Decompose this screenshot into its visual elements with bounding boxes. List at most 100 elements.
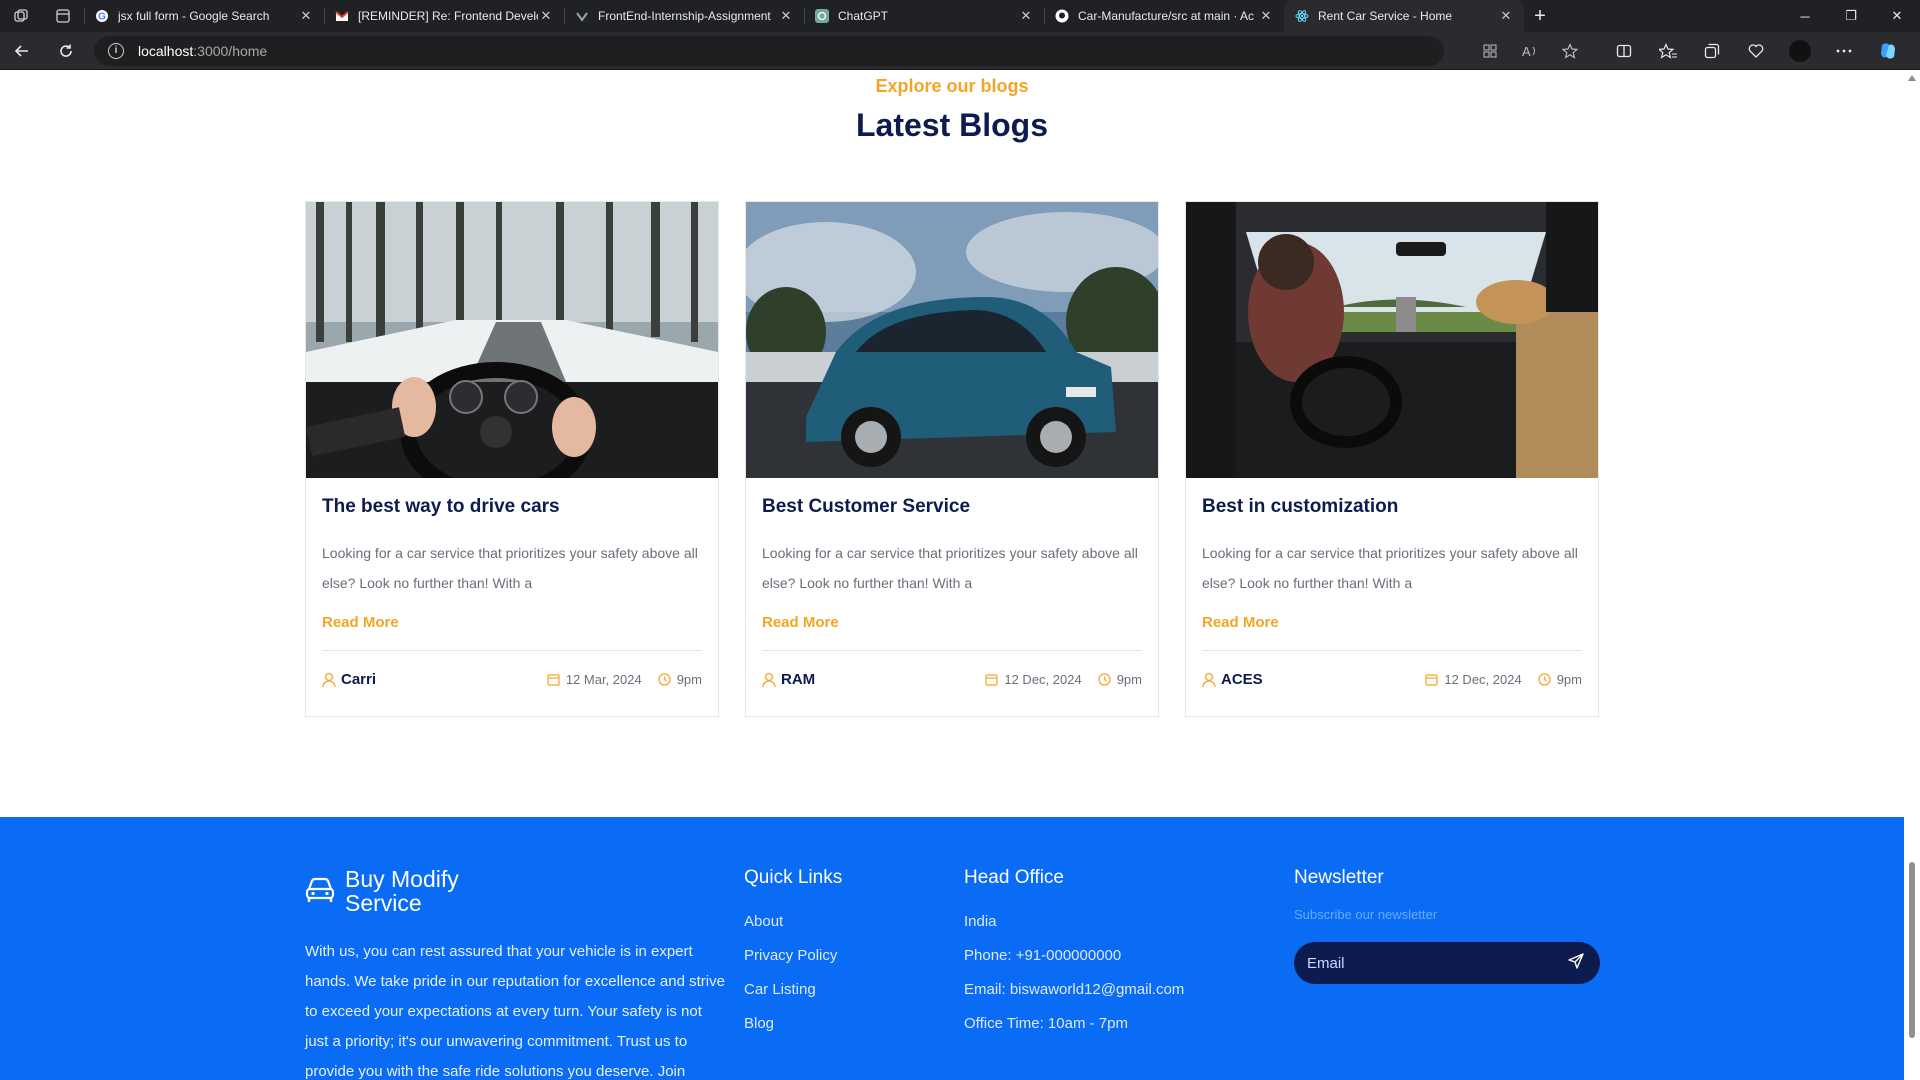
close-tab-icon[interactable]: ✕	[778, 8, 794, 24]
user-icon	[762, 672, 776, 687]
favorites-icon[interactable]	[1646, 32, 1690, 70]
blog-card-list: The best way to drive cars Looking for a…	[305, 201, 1601, 717]
tab-title: Rent Car Service - Home	[1318, 9, 1453, 23]
date-text: 12 Dec, 2024	[1004, 672, 1082, 687]
clock-icon	[658, 673, 671, 686]
browser-tab[interactable]: [REMINDER] Re: Frontend Develo ✕	[324, 0, 564, 32]
newsletter-subtitle: Subscribe our newsletter	[1294, 907, 1438, 922]
url-input[interactable]: i localhost:3000/home	[94, 35, 1444, 66]
minimize-icon[interactable]: ─	[1782, 0, 1828, 32]
tab-title: FrontEnd-Internship-Assignment	[598, 9, 771, 23]
close-tab-icon[interactable]: ✕	[298, 8, 314, 24]
user-icon	[1202, 672, 1216, 687]
send-icon[interactable]	[1568, 952, 1584, 974]
svg-text:A: A	[1522, 44, 1531, 59]
browser-tab[interactable]: ChatGPT ✕	[804, 0, 1044, 32]
calendar-icon	[1425, 674, 1438, 686]
office-time: Office Time: 10am - 7pm	[964, 1015, 1128, 1032]
author-name: ACES	[1221, 671, 1263, 688]
head-office: Head Office India Phone: +91-000000000 E…	[964, 867, 1184, 1032]
copilot-icon[interactable]	[1866, 32, 1910, 70]
blog-excerpt: Looking for a car service that prioritiz…	[1202, 545, 1578, 591]
newsletter-email-input[interactable]	[1307, 954, 1568, 972]
scrollbar-thumb[interactable]	[1909, 862, 1915, 1038]
site-info-icon[interactable]: i	[108, 42, 124, 59]
quick-links-title: Quick Links	[744, 867, 843, 888]
blog-meta: RAM 12 Dec, 2024 9pm	[762, 671, 1142, 688]
close-tab-icon[interactable]: ✕	[1018, 8, 1034, 24]
blog-title[interactable]: The best way to drive cars	[322, 496, 702, 518]
office-email: Email: biswaworld12@gmail.com	[964, 981, 1185, 998]
restore-icon[interactable]: ❐	[1828, 0, 1874, 32]
footer-link-car-listing[interactable]: Car Listing	[744, 981, 842, 998]
blogs-title: Latest Blogs	[855, 107, 1049, 143]
collections-icon[interactable]	[1690, 32, 1734, 70]
blog-time: 9pm	[658, 672, 702, 687]
tab-title: ChatGPT	[838, 9, 889, 23]
blog-time: 9pm	[1098, 672, 1142, 687]
blog-card[interactable]: Best Customer Service Looking for a car …	[745, 201, 1159, 717]
blog-author: RAM	[762, 671, 815, 688]
split-screen-icon[interactable]	[1602, 32, 1646, 70]
close-tab-icon[interactable]: ✕	[1258, 8, 1274, 24]
author-name: Carri	[341, 671, 377, 688]
blog-card[interactable]: Best in customization Looking for a car …	[1185, 201, 1599, 717]
url-path: :3000/home	[193, 42, 268, 59]
read-more-link[interactable]: Read More	[762, 614, 839, 631]
browser-tab[interactable]: G jsx full form - Google Search ✕	[84, 0, 324, 32]
blog-image-blue-car[interactable]	[746, 202, 1158, 478]
time-text: 9pm	[1116, 672, 1142, 687]
more-options-icon[interactable]	[1822, 32, 1866, 70]
new-tab-button[interactable]: +	[1524, 0, 1556, 32]
profile-avatar[interactable]	[1778, 32, 1822, 70]
footer-link-privacy-policy[interactable]: Privacy Policy	[744, 947, 842, 964]
github-icon	[1054, 8, 1070, 24]
blog-card[interactable]: The best way to drive cars Looking for a…	[305, 201, 719, 717]
browser-tab-active[interactable]: Rent Car Service - Home ✕	[1284, 0, 1524, 32]
blog-image-winter-driving[interactable]	[306, 202, 718, 478]
head-office-title: Head Office	[964, 867, 1064, 888]
close-tab-icon[interactable]: ✕	[1498, 8, 1514, 24]
tab-title: Car-Manufacture/src at main · Ac	[1078, 9, 1255, 23]
scroll-up-arrow-icon[interactable]	[1908, 75, 1916, 81]
newsletter-form	[1294, 942, 1600, 984]
read-aloud-icon[interactable]: A	[1510, 32, 1550, 70]
task-icon	[574, 8, 590, 24]
footer-brand[interactable]: Buy Modify Service	[305, 867, 485, 915]
footer-link-about[interactable]: About	[744, 913, 842, 930]
date-text: 12 Dec, 2024	[1444, 672, 1522, 687]
browser-essentials-icon[interactable]	[1734, 32, 1778, 70]
app-available-icon[interactable]	[1470, 32, 1510, 70]
close-tab-icon[interactable]: ✕	[538, 8, 554, 24]
newsletter: Newsletter Subscribe our newsletter	[1294, 867, 1600, 984]
favorite-star-icon[interactable]	[1550, 32, 1590, 70]
blog-image-car-interior[interactable]	[1186, 202, 1598, 478]
browser-tab[interactable]: Car-Manufacture/src at main · Ac ✕	[1044, 0, 1284, 32]
google-icon: G	[94, 8, 110, 24]
date-text: 12 Mar, 2024	[565, 672, 642, 687]
newsletter-title: Newsletter	[1294, 867, 1384, 888]
page-scrollbar[interactable]	[1904, 71, 1920, 1080]
footer-about-text: With us, you can rest assured that your …	[305, 943, 725, 1080]
close-window-icon[interactable]: ✕	[1874, 0, 1920, 32]
blog-title[interactable]: Best Customer Service	[762, 496, 1142, 518]
clock-icon	[1098, 673, 1111, 686]
browser-tab[interactable]: FrontEnd-Internship-Assignment ✕	[564, 0, 804, 32]
blog-meta: Carri 12 Mar, 2024 9pm	[322, 671, 702, 688]
quick-links: Quick Links About Privacy Policy Car Lis…	[744, 867, 842, 1032]
tab-title: jsx full form - Google Search	[118, 9, 270, 23]
blog-excerpt: Looking for a car service that prioritiz…	[322, 545, 698, 591]
read-more-link[interactable]: Read More	[322, 614, 399, 631]
url-host: localhost	[138, 42, 194, 59]
refresh-icon[interactable]	[44, 32, 88, 70]
workspaces-icon[interactable]	[0, 0, 42, 32]
footer-link-blog[interactable]: Blog	[744, 1015, 842, 1032]
page-viewport: Explore our blogs Latest Blogs The best …	[0, 71, 1904, 1080]
time-text: 9pm	[676, 672, 702, 687]
tab-actions-icon[interactable]	[42, 0, 84, 32]
read-more-link[interactable]: Read More	[1202, 614, 1279, 631]
blog-title[interactable]: Best in customization	[1202, 496, 1582, 518]
back-icon[interactable]	[0, 32, 44, 70]
window-controls: ─ ❐ ✕	[1782, 0, 1920, 32]
tab-title: [REMINDER] Re: Frontend Develo	[358, 9, 538, 23]
